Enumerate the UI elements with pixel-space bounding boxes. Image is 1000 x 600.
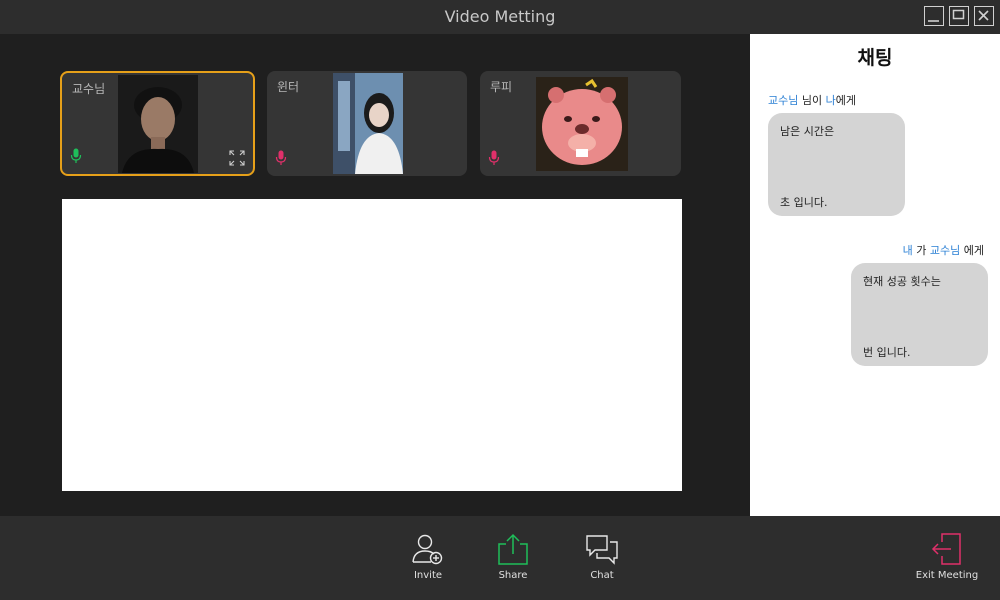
message-line: 초 입니다.: [780, 196, 828, 209]
message-line: 번 입니다.: [863, 346, 911, 359]
add-user-icon: [412, 534, 443, 565]
maximize-icon: [952, 9, 965, 20]
message-line: 현재 성공 횟수는: [863, 275, 941, 288]
video-meeting-window: Video Metting 교수님 윈터 루피 채팅 교수님 님이 나에게 남은…: [0, 0, 1000, 600]
meeting-toolbar: Invite Share Chat Exit Meeting: [0, 516, 1000, 600]
participant-video: [118, 75, 198, 173]
chat-button[interactable]: Chat: [572, 532, 632, 581]
message-recipient: 교수님: [929, 244, 961, 257]
minimize-button[interactable]: [924, 6, 944, 26]
chat-panel: 채팅 교수님 님이 나에게 남은 시간은 초 입니다. 내 가 교수님 에게 현…: [750, 34, 1000, 516]
participant-name: 윈터: [277, 80, 300, 94]
share-button[interactable]: Share: [483, 532, 543, 581]
mic-off-icon[interactable]: [488, 150, 500, 166]
message-header: 교수님 님이 나에게: [768, 92, 856, 108]
mic-off-icon[interactable]: [275, 150, 287, 166]
minimize-icon: [928, 20, 939, 22]
chat-message-bubble: 남은 시간은 초 입니다.: [768, 113, 905, 216]
invite-button[interactable]: Invite: [398, 532, 458, 581]
message-sender: 내: [902, 244, 913, 257]
message-header: 내 가 교수님 에게: [903, 242, 984, 258]
participant-tile[interactable]: 교수님: [60, 71, 255, 176]
participant-tile[interactable]: 루피: [480, 71, 681, 176]
chat-title: 채팅: [857, 47, 893, 69]
window-title: Video Metting: [444, 7, 556, 26]
participant-video: [536, 77, 628, 171]
shared-screen-area[interactable]: [62, 199, 682, 491]
participant-photo: [333, 73, 403, 174]
participant-name: 교수님: [72, 82, 106, 96]
participant-photo: [536, 77, 628, 171]
share-icon: [498, 533, 528, 565]
message-recipient-suffix: 에게: [835, 94, 856, 107]
message-recipient: 나: [825, 94, 836, 107]
message-sender-suffix: 가: [912, 244, 930, 257]
participant-photo: [118, 75, 198, 173]
invite-label: Invite: [413, 570, 443, 581]
maximize-button[interactable]: [949, 6, 969, 26]
share-label: Share: [498, 570, 528, 581]
mic-on-icon[interactable]: [70, 148, 82, 164]
chat-icon: [586, 535, 618, 565]
chat-message-bubble: 현재 성공 횟수는 번 입니다.: [851, 263, 988, 366]
participant-tile[interactable]: 윈터: [267, 71, 467, 176]
message-sender: 교수님: [768, 94, 799, 107]
exit-meeting-button[interactable]: Exit Meeting: [910, 532, 984, 581]
message-sender-suffix: 님이: [798, 94, 826, 107]
close-button[interactable]: [974, 6, 994, 26]
exit-icon: [931, 533, 961, 565]
fullscreen-icon[interactable]: [229, 150, 245, 166]
title-bar: Video Metting: [0, 0, 1000, 34]
participant-name: 루피: [490, 80, 513, 94]
exit-meeting-label: Exit Meeting: [915, 570, 979, 581]
close-icon: [978, 10, 989, 21]
message-recipient-suffix: 에게: [960, 244, 984, 257]
message-line: 남은 시간은: [780, 125, 835, 138]
chat-label: Chat: [590, 570, 614, 581]
participant-video: [333, 73, 403, 174]
